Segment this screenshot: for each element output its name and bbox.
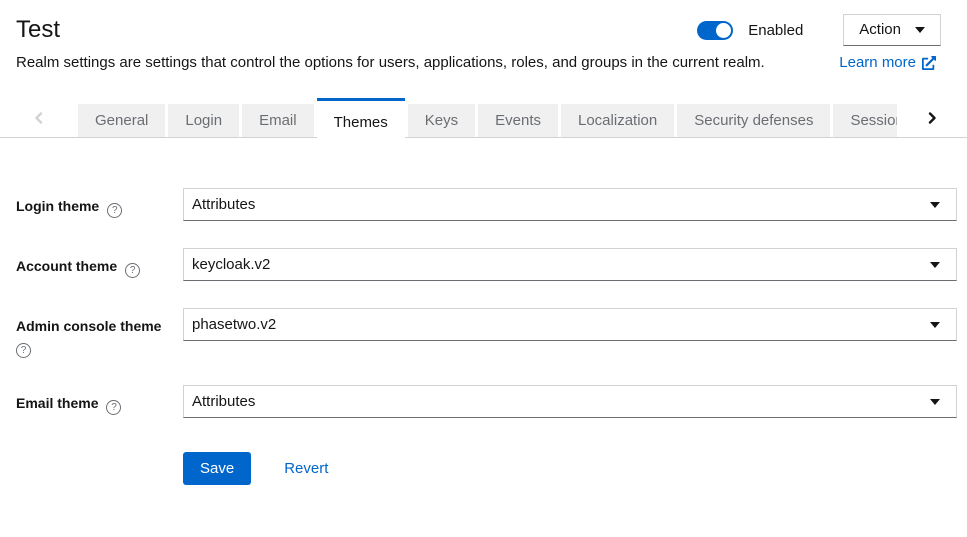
realm-settings-description: Realm settings are settings that control… bbox=[16, 53, 839, 72]
chevron-right-icon bbox=[926, 112, 938, 124]
action-dropdown-label: Action bbox=[859, 21, 901, 38]
action-dropdown-button[interactable]: Action bbox=[843, 14, 941, 46]
admin-console-theme-value: phasetwo.v2 bbox=[192, 316, 276, 333]
tab-general[interactable]: General bbox=[78, 104, 165, 137]
login-theme-label: Login theme bbox=[16, 198, 99, 214]
realm-settings-tabs: General Login Email Themes Keys Events L… bbox=[0, 98, 967, 144]
page-title: Test bbox=[16, 14, 697, 46]
caret-down-icon bbox=[930, 262, 940, 268]
login-theme-select[interactable]: Attributes bbox=[183, 188, 957, 221]
login-theme-value: Attributes bbox=[192, 196, 255, 213]
chevron-left-icon bbox=[33, 112, 45, 124]
email-theme-label-group: Email theme? bbox=[16, 385, 167, 415]
tab-email[interactable]: Email bbox=[242, 104, 314, 137]
account-theme-label: Account theme bbox=[16, 258, 117, 274]
caret-down-icon bbox=[930, 322, 940, 328]
tabs-scroll-left-button[interactable] bbox=[0, 98, 78, 138]
external-link-icon bbox=[922, 56, 936, 70]
tabs-viewport: General Login Email Themes Keys Events L… bbox=[78, 98, 897, 144]
tabs-scroll-right-button[interactable] bbox=[897, 98, 967, 138]
enabled-toggle-label[interactable]: Enabled bbox=[748, 22, 803, 39]
email-theme-field: Email theme? Attributes bbox=[16, 385, 957, 418]
admin-console-theme-field: Admin console theme? phasetwo.v2 bbox=[16, 308, 957, 358]
page-header: Test Enabled Action Realm settings are s… bbox=[0, 0, 967, 72]
caret-down-icon bbox=[930, 399, 940, 405]
tab-sessions[interactable]: Sessions bbox=[833, 104, 897, 137]
admin-console-theme-label: Admin console theme bbox=[16, 318, 161, 334]
help-icon[interactable]: ? bbox=[107, 203, 122, 218]
caret-down-icon bbox=[930, 202, 940, 208]
tab-security-defenses[interactable]: Security defenses bbox=[677, 104, 830, 137]
account-theme-field: Account theme? keycloak.v2 bbox=[16, 248, 957, 281]
login-theme-label-group: Login theme? bbox=[16, 188, 167, 218]
tab-events[interactable]: Events bbox=[478, 104, 558, 137]
email-theme-value: Attributes bbox=[192, 393, 255, 410]
tab-login[interactable]: Login bbox=[168, 104, 239, 137]
toggle-knob-icon bbox=[716, 23, 731, 38]
themes-tab-panel: Login theme? Attributes Account theme? k… bbox=[0, 144, 967, 485]
admin-console-theme-select[interactable]: phasetwo.v2 bbox=[183, 308, 957, 341]
learn-more-link[interactable]: Learn more bbox=[839, 54, 936, 71]
account-theme-select[interactable]: keycloak.v2 bbox=[183, 248, 957, 281]
login-theme-field: Login theme? Attributes bbox=[16, 188, 957, 221]
tab-localization[interactable]: Localization bbox=[561, 104, 674, 137]
email-theme-select[interactable]: Attributes bbox=[183, 385, 957, 418]
help-icon[interactable]: ? bbox=[125, 263, 140, 278]
save-button[interactable]: Save bbox=[183, 452, 251, 485]
enabled-toggle-group: Enabled bbox=[697, 21, 803, 40]
tab-keys[interactable]: Keys bbox=[408, 104, 475, 137]
account-theme-value: keycloak.v2 bbox=[192, 256, 270, 273]
help-icon[interactable]: ? bbox=[16, 343, 31, 358]
caret-down-icon bbox=[915, 27, 925, 33]
revert-button[interactable]: Revert bbox=[284, 460, 328, 477]
account-theme-label-group: Account theme? bbox=[16, 248, 167, 278]
header-controls: Enabled Action bbox=[697, 14, 941, 46]
learn-more-label: Learn more bbox=[839, 54, 916, 71]
form-actions: Save Revert bbox=[183, 452, 957, 485]
admin-console-theme-label-group: Admin console theme? bbox=[16, 308, 167, 358]
tab-themes[interactable]: Themes bbox=[317, 98, 405, 144]
help-icon[interactable]: ? bbox=[106, 400, 121, 415]
email-theme-label: Email theme bbox=[16, 395, 98, 411]
enabled-toggle[interactable] bbox=[697, 21, 733, 40]
